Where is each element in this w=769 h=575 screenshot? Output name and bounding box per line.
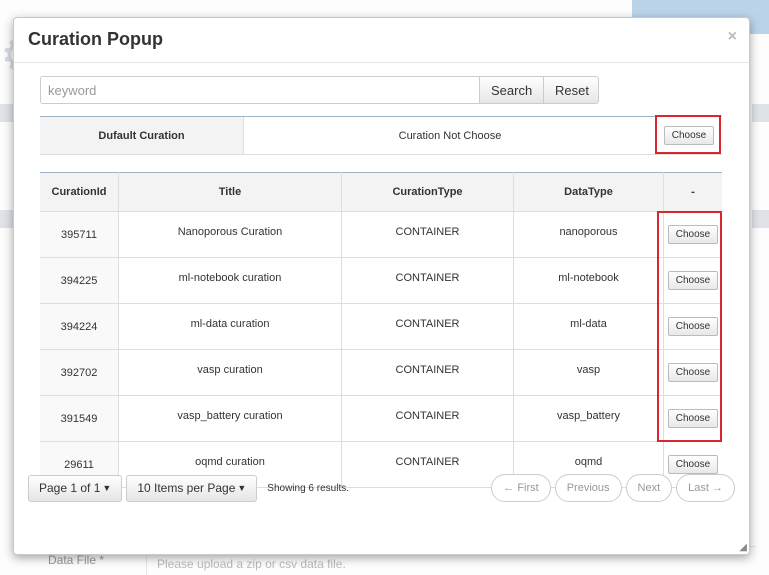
table-row[interactable]: 391549 vasp_battery curation CONTAINER v… bbox=[40, 395, 722, 442]
next-page-button[interactable]: Next bbox=[625, 474, 673, 502]
cell-curation-type: CONTAINER bbox=[341, 211, 514, 258]
close-icon[interactable]: × bbox=[728, 28, 737, 46]
cell-action: Choose bbox=[663, 349, 722, 396]
choose-button[interactable]: Choose bbox=[667, 409, 719, 428]
cell-title: vasp_battery curation bbox=[118, 395, 342, 442]
default-curation-value: Curation Not Choose bbox=[398, 129, 502, 142]
cell-data-type: ml-data bbox=[513, 303, 664, 350]
cell-data-type: ml-notebook bbox=[513, 257, 664, 304]
default-curation-label: Dufault Curation bbox=[40, 117, 244, 154]
cell-data-type: vasp_battery bbox=[513, 395, 664, 442]
choose-button[interactable]: Choose bbox=[667, 455, 719, 474]
page-select-dropdown[interactable]: Page 1 of 1 ▼ bbox=[28, 474, 123, 502]
previous-page-button[interactable]: Previous bbox=[554, 474, 622, 502]
cell-curation-id: 394225 bbox=[40, 257, 119, 304]
background-footer-label: Data File * bbox=[48, 553, 105, 567]
choose-button[interactable]: Choose bbox=[667, 225, 719, 244]
items-per-page-label: 10 Items per Page bbox=[137, 481, 236, 495]
search-button[interactable]: Search bbox=[480, 76, 544, 104]
choose-button[interactable]: Choose bbox=[667, 363, 719, 382]
column-header-action: - bbox=[663, 172, 722, 212]
search-input[interactable] bbox=[40, 76, 480, 104]
resize-handle-icon[interactable]: ◢ bbox=[739, 542, 747, 553]
reset-button[interactable]: Reset bbox=[544, 76, 599, 104]
column-header-datatype[interactable]: DataType bbox=[513, 172, 664, 212]
cell-title: Nanoporous Curation bbox=[118, 211, 342, 258]
last-page-button[interactable]: Last → bbox=[676, 474, 735, 502]
curation-table: CurationId Title CurationType DataType -… bbox=[40, 172, 722, 488]
first-page-button[interactable]: ← First bbox=[491, 474, 551, 502]
cell-action: Choose bbox=[663, 211, 722, 258]
cell-curation-type: CONTAINER bbox=[341, 303, 514, 350]
cell-curation-type: CONTAINER bbox=[341, 257, 514, 304]
choose-button[interactable]: Choose bbox=[667, 317, 719, 336]
pagination-controls: Page 1 of 1 ▼ 10 Items per Page ▼ Showin… bbox=[28, 474, 349, 502]
caret-down-icon: ▼ bbox=[237, 483, 247, 493]
choose-button[interactable]: Choose bbox=[667, 271, 719, 290]
cell-curation-id: 392702 bbox=[40, 349, 119, 396]
table-row[interactable]: 392702 vasp curation CONTAINER vasp Choo… bbox=[40, 349, 722, 396]
cell-action: Choose bbox=[663, 395, 722, 442]
cell-curation-type: CONTAINER bbox=[341, 395, 514, 442]
caret-down-icon: ▼ bbox=[102, 483, 112, 493]
cell-curation-id: 394224 bbox=[40, 303, 119, 350]
cell-curation-id: 395711 bbox=[40, 211, 119, 258]
modal-title: Curation Popup bbox=[28, 29, 163, 49]
cell-data-type: nanoporous bbox=[513, 211, 664, 258]
column-header-curationtype[interactable]: CurationType bbox=[341, 172, 514, 212]
search-bar: Search Reset bbox=[40, 76, 599, 104]
page-select-label: Page 1 of 1 bbox=[39, 481, 101, 495]
background-stripe bbox=[752, 210, 769, 228]
cell-title: ml-notebook curation bbox=[118, 257, 342, 304]
table-row[interactable]: 394225 ml-notebook curation CONTAINER ml… bbox=[40, 257, 722, 304]
modal-header: Curation Popup × bbox=[14, 18, 749, 63]
table-header-row: CurationId Title CurationType DataType - bbox=[40, 172, 722, 212]
default-curation-action: Choose bbox=[656, 117, 722, 154]
column-header-title[interactable]: Title bbox=[118, 172, 342, 212]
cell-title: vasp curation bbox=[118, 349, 342, 396]
choose-default-button[interactable]: Choose bbox=[663, 126, 715, 145]
table-row[interactable]: 395711 Nanoporous Curation CONTAINER nan… bbox=[40, 211, 722, 258]
curation-popup: Curation Popup × Search Reset Dufault Cu… bbox=[13, 17, 750, 555]
results-count: Showing 6 results. bbox=[267, 482, 350, 494]
cell-data-type: vasp bbox=[513, 349, 664, 396]
table-row[interactable]: 394224 ml-data curation CONTAINER ml-dat… bbox=[40, 303, 722, 350]
page-navigation: ← First Previous Next Last → bbox=[487, 474, 735, 502]
items-per-page-dropdown[interactable]: 10 Items per Page ▼ bbox=[126, 474, 258, 502]
cell-title: ml-data curation bbox=[118, 303, 342, 350]
cell-action: Choose bbox=[663, 303, 722, 350]
default-curation-row: Dufault Curation Curation Not Choose Cho… bbox=[40, 116, 722, 155]
column-header-curationid[interactable]: CurationId bbox=[40, 172, 119, 212]
cell-curation-id: 391549 bbox=[40, 395, 119, 442]
cell-curation-type: CONTAINER bbox=[341, 349, 514, 396]
cell-action: Choose bbox=[663, 257, 722, 304]
background-stripe bbox=[752, 104, 769, 122]
